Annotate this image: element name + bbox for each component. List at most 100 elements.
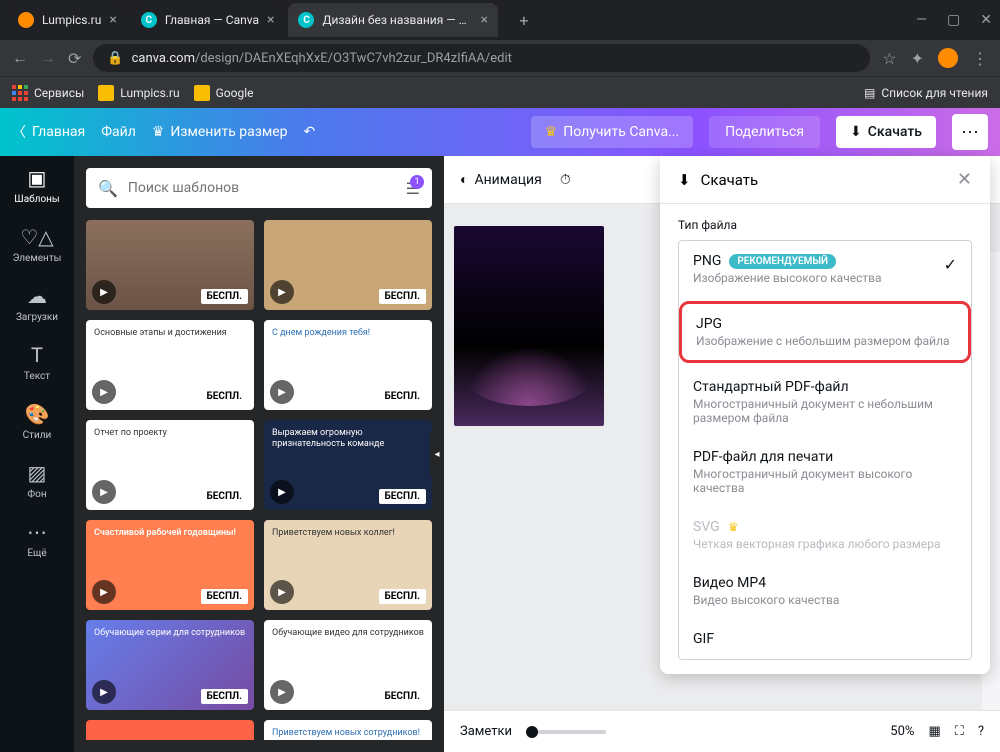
- sidebar-item-label: Элементы: [13, 253, 62, 264]
- animation-label: Анимация: [474, 172, 541, 188]
- undo-button[interactable]: ↶: [304, 124, 316, 140]
- template-item[interactable]: ▶БЕСПЛ.: [86, 720, 254, 740]
- get-canva-button[interactable]: ♛ Получить Canva...: [531, 116, 693, 148]
- filetype-name: JPG: [696, 316, 722, 332]
- template-caption: Счастливой рабочей годовщины!: [94, 528, 246, 539]
- template-caption: С днем рождения тебя!: [272, 328, 424, 339]
- filetype-option-gif[interactable]: GIF: [679, 619, 971, 659]
- zoom-value[interactable]: 50%: [890, 724, 914, 739]
- browser-tab[interactable]: Lumpics.ru ×: [8, 3, 127, 37]
- reload-button[interactable]: ⟳: [68, 49, 81, 68]
- template-item[interactable]: ▶БЕСПЛ.: [264, 220, 432, 310]
- sidebar-item-styles[interactable]: 🎨 Стили: [0, 392, 74, 451]
- extension-icon[interactable]: ✦: [911, 49, 924, 68]
- new-tab-button[interactable]: +: [510, 6, 538, 34]
- template-item[interactable]: Обучающие видео для сотрудников▶БЕСПЛ.: [264, 620, 432, 710]
- zoom-slider[interactable]: [526, 730, 606, 734]
- template-caption: Обучающие серии для сотрудников: [94, 628, 246, 639]
- close-window-icon[interactable]: ✕: [980, 12, 992, 28]
- sidebar-item-label: Фон: [27, 489, 46, 500]
- lock-icon: 🔒: [107, 51, 123, 66]
- sidebar-item-background[interactable]: ▨ Фон: [0, 451, 74, 510]
- menu-icon[interactable]: ⋮: [972, 49, 988, 68]
- canvas-slide[interactable]: [454, 226, 604, 426]
- resize-button[interactable]: ♛ Изменить размер: [152, 124, 288, 140]
- filetype-name: PDF-файл для печати: [693, 449, 833, 465]
- bookmark-label: Сервисы: [34, 86, 84, 100]
- recommended-badge: РЕКОМЕНДУЕМЫЙ: [729, 254, 836, 269]
- close-icon[interactable]: ×: [109, 12, 116, 28]
- canva-app: 〈 Главная Файл ♛ Изменить размер ↶ ♛ Пол…: [0, 108, 1000, 752]
- timer-icon: ⏱: [560, 172, 571, 188]
- home-button[interactable]: 〈 Главная: [12, 122, 85, 142]
- filetype-option-jpg[interactable]: JPG Изображение с небольшим размером фай…: [679, 301, 971, 363]
- close-icon[interactable]: ✕: [957, 169, 972, 190]
- play-icon: ▶: [92, 580, 116, 604]
- template-caption: Основные этапы и достижения: [94, 328, 246, 339]
- url-field[interactable]: 🔒 canva.com/design/DAEnXEqhXxE/O3TwC7vh2…: [93, 44, 870, 72]
- search-field[interactable]: [128, 180, 396, 196]
- fullscreen-icon[interactable]: ⛶: [955, 724, 964, 739]
- free-badge: БЕСПЛ.: [379, 389, 426, 404]
- browser-titlebar: Lumpics.ru × C Главная — Canva × C Дизай…: [0, 0, 1000, 40]
- download-icon: ⬇: [850, 124, 862, 140]
- template-caption: Приветствуем новых сотрудников!: [272, 728, 424, 739]
- sidebar-item-uploads[interactable]: ☁ Загрузки: [0, 274, 74, 333]
- download-button[interactable]: ⬇ Скачать: [836, 116, 936, 148]
- grid-view-icon[interactable]: ▦: [928, 724, 940, 739]
- template-item[interactable]: Приветствуем новых сотрудников!▶БЕСПЛ.: [264, 720, 432, 740]
- filetype-option-mp4[interactable]: Видео MP4 Видео высокого качества: [679, 563, 971, 619]
- more-button[interactable]: ⋯: [952, 114, 988, 150]
- bookmark-google[interactable]: Google: [194, 85, 254, 101]
- resize-label: Изменить размер: [170, 124, 287, 140]
- filetype-option-pdf-print[interactable]: PDF-файл для печати Многостраничный доку…: [679, 437, 971, 507]
- play-icon: ▶: [270, 680, 294, 704]
- help-icon[interactable]: ?: [978, 724, 984, 739]
- elements-icon: ♡△: [20, 225, 53, 249]
- sidebar-item-elements[interactable]: ♡△ Элементы: [0, 215, 74, 274]
- sidebar-item-label: Стили: [23, 430, 52, 441]
- share-label: Поделиться: [725, 124, 804, 140]
- profile-avatar[interactable]: [938, 48, 958, 68]
- background-icon: ▨: [28, 461, 47, 485]
- filetype-option-png[interactable]: PNGРЕКОМЕНДУЕМЫЙ Изображение высокого ка…: [679, 241, 971, 297]
- template-item[interactable]: С днем рождения тебя!▶БЕСПЛ.: [264, 320, 432, 410]
- template-item[interactable]: ▶БЕСПЛ.: [86, 220, 254, 310]
- bookmark-services[interactable]: Сервисы: [12, 85, 84, 101]
- sidebar-item-label: Загрузки: [16, 312, 58, 323]
- template-item[interactable]: Выражаем огромную признательность команд…: [264, 420, 432, 510]
- sidebar-item-text[interactable]: T Текст: [0, 333, 74, 392]
- filetype-option-svg[interactable]: SVG♛ Четкая векторная графика любого раз…: [679, 507, 971, 563]
- timer-button[interactable]: ⏱: [560, 172, 571, 188]
- template-item[interactable]: Приветствуем новых коллег!▶БЕСПЛ.: [264, 520, 432, 610]
- forward-button[interactable]: →: [40, 48, 56, 68]
- notes-label[interactable]: Заметки: [460, 724, 512, 739]
- close-icon[interactable]: ×: [480, 12, 487, 28]
- close-icon[interactable]: ×: [267, 12, 274, 28]
- minimize-icon[interactable]: —: [916, 12, 927, 28]
- star-icon[interactable]: ☆: [882, 49, 896, 68]
- template-item[interactable]: Отчет по проекту▶БЕСПЛ.: [86, 420, 254, 510]
- animation-button[interactable]: ◐ Анимация: [460, 171, 542, 188]
- sidebar-item-more[interactable]: ⋯ Ещё: [0, 510, 74, 569]
- bookmark-lumpics[interactable]: Lumpics.ru: [98, 85, 179, 101]
- browser-tab[interactable]: C Главная — Canva ×: [131, 3, 285, 37]
- filetype-option-pdf-std[interactable]: Стандартный PDF-файл Многостраничный док…: [679, 367, 971, 437]
- search-input[interactable]: 🔍 ☰: [86, 168, 432, 208]
- filter-icon[interactable]: ☰: [406, 179, 420, 198]
- browser-tab-active[interactable]: C Дизайн без названия — 1280 ×: [288, 3, 497, 37]
- sidebar-item-templates[interactable]: ▣ Шаблоны: [0, 156, 74, 215]
- template-item[interactable]: Основные этапы и достижения▶БЕСПЛ.: [86, 320, 254, 410]
- template-caption: Выражаем огромную признательность команд…: [272, 428, 424, 450]
- bookmarks-bar: Сервисы Lumpics.ru Google ▤ Список для ч…: [0, 76, 1000, 108]
- back-button[interactable]: ←: [12, 48, 28, 68]
- file-button[interactable]: Файл: [101, 124, 136, 140]
- template-item[interactable]: Счастливой рабочей годовщины!▶БЕСПЛ.: [86, 520, 254, 610]
- template-item[interactable]: Обучающие серии для сотрудников▶БЕСПЛ.: [86, 620, 254, 710]
- collapse-panel-button[interactable]: ◂: [430, 430, 444, 478]
- maximize-icon[interactable]: ▢: [947, 12, 960, 28]
- reading-list[interactable]: ▤ Список для чтения: [864, 86, 988, 100]
- filetype-dropdown[interactable]: PNGРЕКОМЕНДУЕМЫЙ Изображение высокого ка…: [678, 240, 972, 660]
- free-badge: БЕСПЛ.: [201, 289, 248, 304]
- share-button[interactable]: Поделиться: [709, 116, 820, 148]
